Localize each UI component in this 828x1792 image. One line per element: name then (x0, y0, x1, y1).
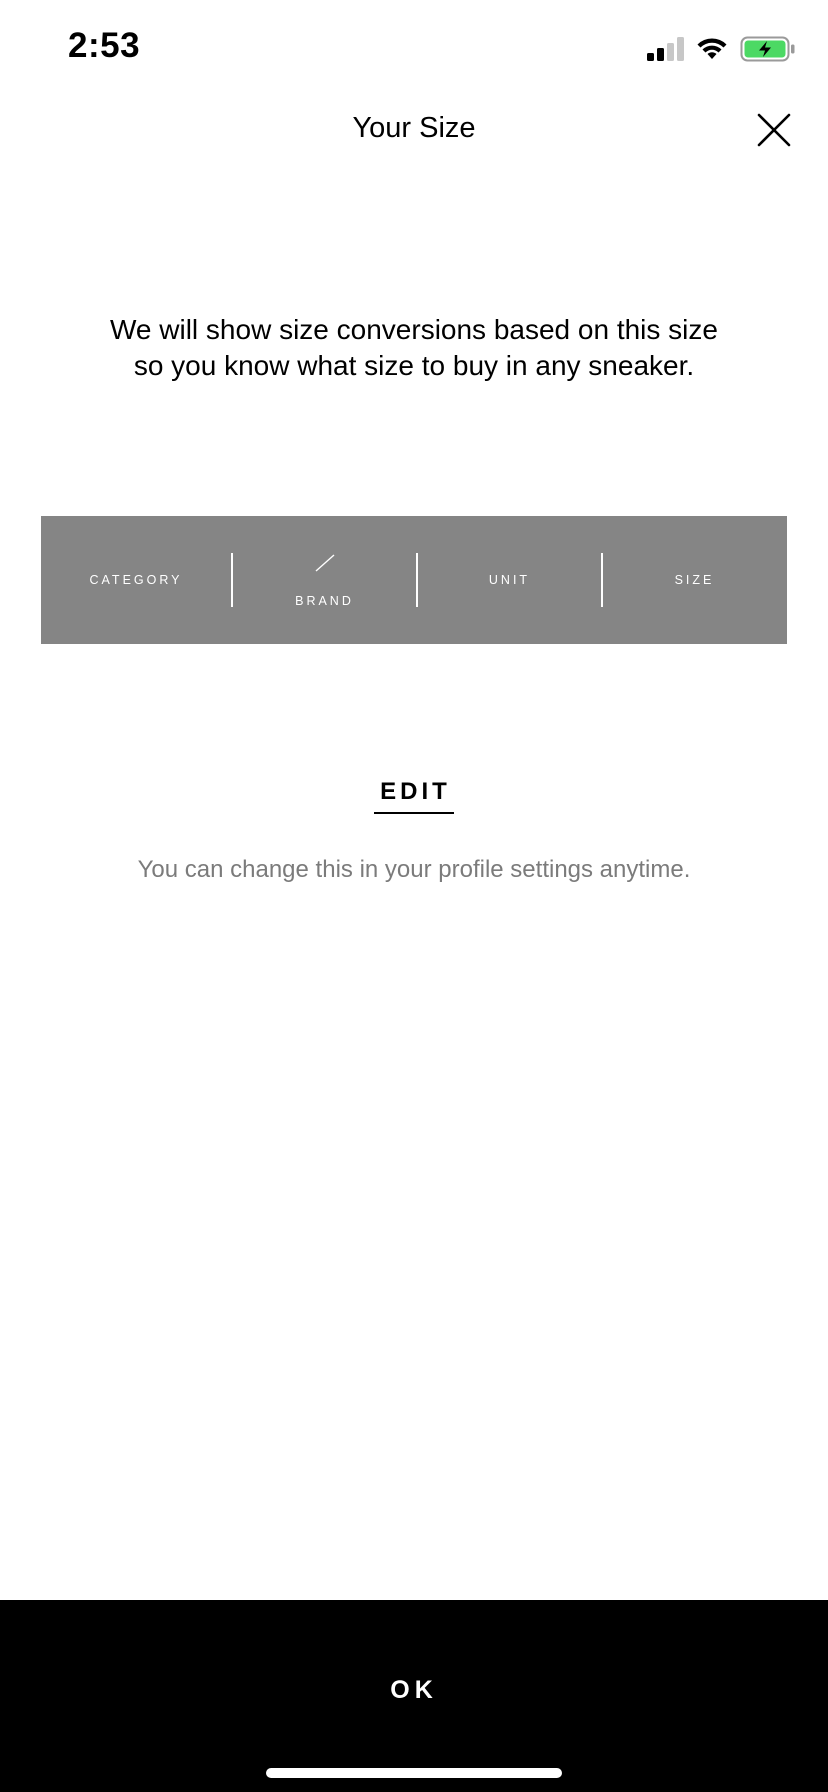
category-label: CATEGORY (89, 573, 183, 587)
status-time: 2:53 (68, 26, 141, 65)
edit-link-container: EDIT (0, 778, 828, 814)
ok-bar[interactable]: OK (0, 1600, 828, 1792)
status-icons (646, 36, 796, 62)
page-title: Your Size (352, 112, 476, 144)
unit-label: UNIT (488, 573, 531, 587)
wifi-icon (697, 38, 727, 59)
status-bar: 2:53 (0, 0, 828, 100)
ok-button[interactable]: OK (0, 1676, 828, 1705)
intro-text: We will show size conversions based on t… (110, 314, 718, 381)
battery-charging-icon (740, 36, 795, 62)
brand-cell[interactable]: BRAND (233, 516, 416, 644)
close-icon (757, 113, 791, 147)
size-cell[interactable]: SIZE (603, 516, 786, 644)
close-button[interactable] (756, 112, 792, 148)
size-label: SIZE (674, 573, 715, 587)
edit-button[interactable]: EDIT (374, 778, 454, 814)
unit-cell[interactable]: UNIT (418, 516, 601, 644)
home-indicator (266, 1768, 562, 1778)
signal-icon (647, 37, 684, 61)
header: Your Size (0, 100, 828, 162)
size-summary-bar[interactable]: CATEGORY BRAND UNIT SIZE (41, 516, 787, 644)
hint-text: You can change this in your profile sett… (137, 856, 691, 883)
slash-icon (315, 554, 334, 572)
brand-label: BRAND (295, 594, 354, 608)
category-cell[interactable]: CATEGORY (41, 516, 231, 644)
